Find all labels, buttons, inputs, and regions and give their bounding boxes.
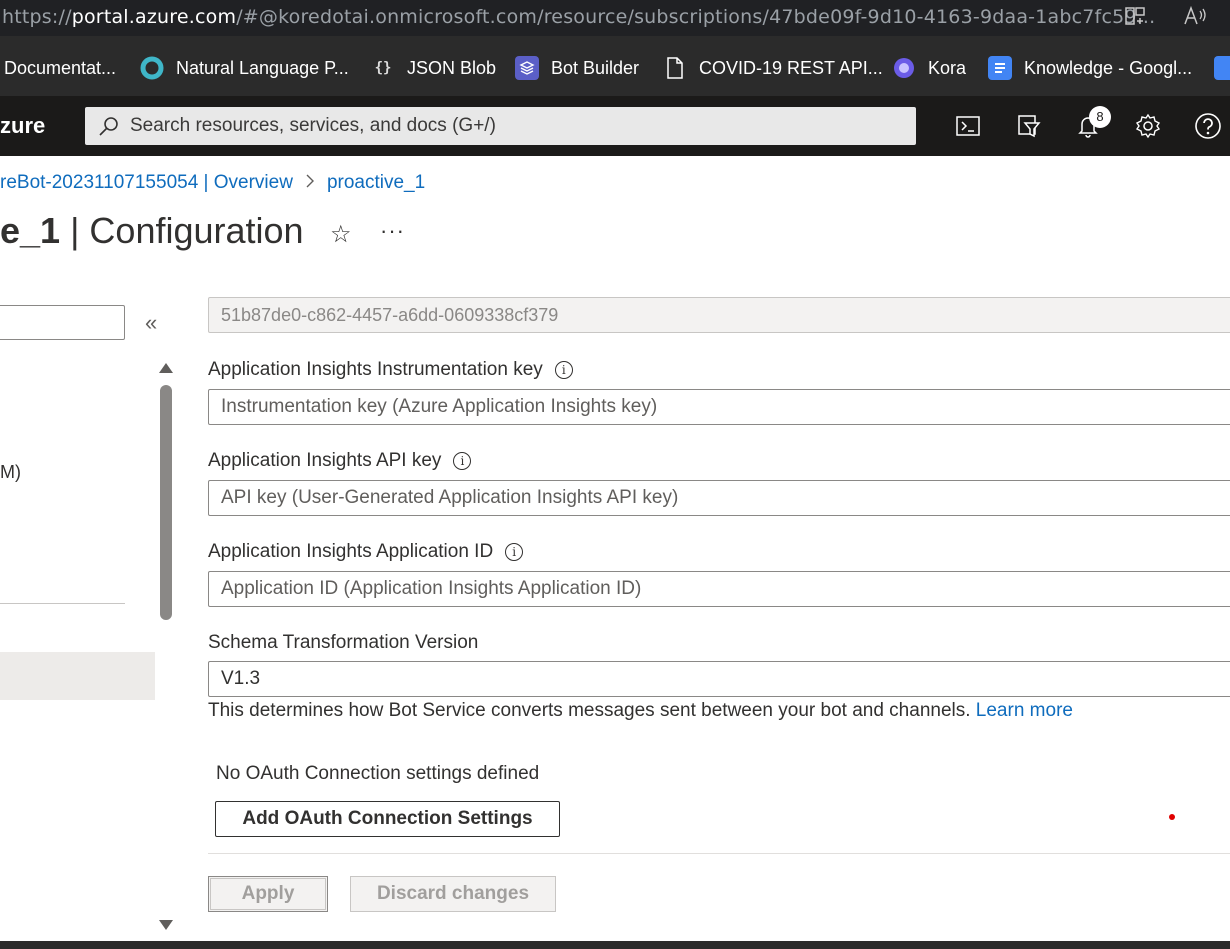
page-title-resource: e_1 — [0, 210, 61, 251]
breadcrumb: reBot-20231107155054 | Overview proactiv… — [0, 171, 425, 194]
label-text: Application Insights API key — [208, 450, 442, 471]
collapse-menu-icon[interactable]: « — [145, 310, 157, 336]
scroll-down-arrow-icon[interactable] — [159, 920, 173, 930]
bookmark-label: Knowledge - Googl... — [1024, 57, 1193, 78]
global-search-input[interactable]: Search resources, services, and docs (G+… — [85, 107, 916, 145]
instrumentation-key-label: Application Insights Instrumentation key… — [208, 359, 573, 381]
url-path: /#@koredotai.onmicrosoft.com/resource/su… — [236, 6, 1156, 28]
apply-button[interactable]: Apply — [208, 876, 328, 912]
help-question-icon[interactable] — [1193, 111, 1223, 141]
info-icon[interactable]: i — [505, 543, 524, 561]
app-id-readonly-field: 51b87de0-c862-4457-a6dd-0609338cf379 — [208, 297, 1230, 333]
docs-icon — [1214, 56, 1230, 80]
read-aloud-icon[interactable] — [1181, 4, 1209, 32]
bookmark-knowledge[interactable]: Knowledge - Googl... — [988, 55, 1192, 81]
breadcrumb-link-current[interactable]: proactive_1 — [327, 172, 425, 194]
schema-help-text: This determines how Bot Service converts… — [208, 700, 1073, 722]
left-menu-item-partial[interactable]: M) — [0, 462, 21, 483]
form-divider — [208, 853, 1230, 854]
url-prefix: https:// — [2, 6, 72, 28]
left-menu-item-selected[interactable] — [0, 652, 155, 700]
bookmark-label: Kora — [928, 57, 967, 78]
bookmark-kora[interactable]: Kora — [892, 55, 966, 81]
settings-gear-icon[interactable] — [1133, 111, 1163, 141]
api-key-input[interactable]: API key (User-Generated Application Insi… — [208, 480, 1230, 516]
search-icon — [97, 114, 121, 138]
bookmarks-bar: Documentat... Natural Language P... {} J… — [0, 36, 1230, 96]
application-id-input[interactable]: Application ID (Application Insights App… — [208, 571, 1230, 607]
bookmark-label: Bot Builder — [551, 57, 640, 78]
info-icon[interactable]: i — [554, 361, 573, 379]
more-options-icon[interactable]: ··· — [380, 218, 405, 244]
bookmark-label: Natural Language P... — [176, 57, 349, 78]
oauth-empty-message: No OAuth Connection settings defined — [216, 763, 540, 784]
azure-top-nav: zure Search resources, services, and doc… — [0, 96, 1230, 156]
application-id-label: Application Insights Application ID i — [208, 541, 524, 563]
chevron-right-icon — [305, 171, 315, 194]
cloud-shell-icon[interactable] — [953, 111, 983, 141]
layers-icon — [515, 56, 539, 80]
schema-version-label: Schema Transformation Version — [208, 632, 478, 654]
directory-filter-icon[interactable] — [1013, 111, 1043, 141]
bookmark-natural-language[interactable]: Natural Language P... — [140, 55, 349, 81]
add-oauth-connection-button[interactable]: Add OAuth Connection Settings — [215, 801, 560, 837]
url-host: portal.azure.com — [71, 6, 237, 28]
bookmark-json-blob[interactable]: {} JSON Blob — [371, 55, 496, 81]
scrollbar-thumb[interactable] — [160, 385, 172, 620]
help-text: This determines how Bot Service converts… — [208, 700, 976, 721]
braces-icon: {} — [374, 60, 392, 76]
azure-brand[interactable]: zure — [0, 113, 45, 139]
label-text: Schema Transformation Version — [208, 632, 479, 653]
browser-address-bar: https://portal.azure.com/#@koredotai.onm… — [0, 0, 1230, 36]
document-icon — [663, 56, 687, 80]
info-icon[interactable]: i — [453, 452, 472, 470]
bookmark-label: JSON Blob — [407, 57, 497, 78]
instrumentation-key-input[interactable]: Instrumentation key (Azure Application I… — [208, 389, 1230, 425]
taskbar-edge — [0, 941, 1230, 949]
ring-icon — [140, 56, 164, 80]
breadcrumb-link-overview[interactable]: reBot-20231107155054 | Overview — [0, 172, 293, 194]
circle-icon — [892, 56, 916, 80]
label-text: Application Insights Instrumentation key — [208, 359, 543, 380]
bookmark-label: COVID-19 REST API... — [699, 57, 883, 78]
bookmark-bot-builder[interactable]: Bot Builder — [515, 55, 639, 81]
address-url[interactable]: https://portal.azure.com/#@koredotai.onm… — [2, 6, 1155, 28]
notification-count-badge: 8 — [1089, 106, 1111, 128]
cursor-dot — [1169, 814, 1175, 820]
bookmark-overflow[interactable] — [1214, 55, 1230, 81]
schema-version-value: V1.3 — [221, 668, 261, 689]
split-screen-icon[interactable] — [1121, 4, 1149, 32]
page-title: e_1 | Configuration — [0, 210, 304, 252]
left-menu-divider — [0, 603, 125, 604]
favorite-star-icon[interactable]: ☆ — [330, 220, 352, 249]
learn-more-link[interactable]: Learn more — [976, 700, 1073, 721]
search-placeholder: Search resources, services, and docs (G+… — [130, 115, 496, 136]
scroll-up-arrow-icon[interactable] — [159, 363, 173, 373]
menu-search-input[interactable] — [0, 305, 125, 340]
page-title-section: | Configuration — [60, 210, 304, 251]
bookmark-documentation[interactable]: Documentat... — [4, 55, 116, 81]
bookmark-label: Documentat... — [4, 57, 117, 78]
bookmark-covid-api[interactable]: COVID-19 REST API... — [663, 55, 883, 81]
discard-changes-button[interactable]: Discard changes — [350, 876, 556, 912]
label-text: Application Insights Application ID — [208, 541, 494, 562]
schema-version-select[interactable]: V1.3 — [208, 661, 1230, 697]
api-key-label: Application Insights API key i — [208, 450, 472, 472]
docs-icon — [988, 56, 1012, 80]
